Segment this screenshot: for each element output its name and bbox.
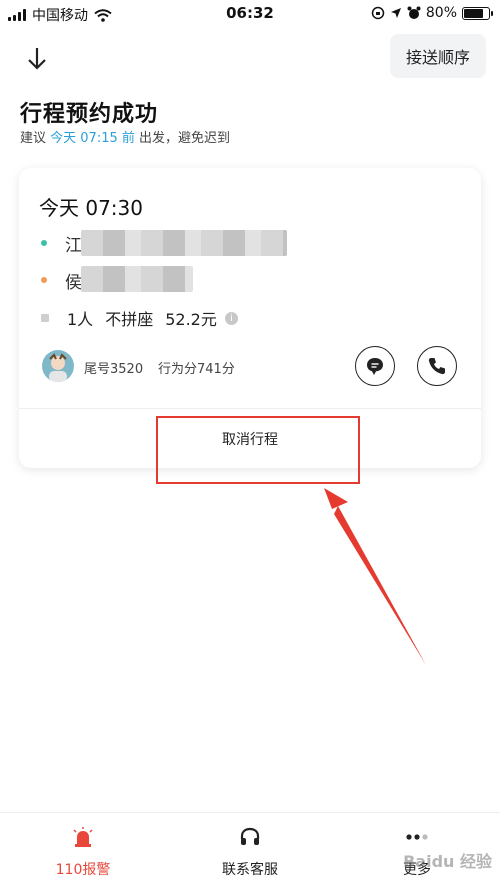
end-dot-icon <box>41 277 47 283</box>
tab-customer-service-label: 联系客服 <box>222 862 278 878</box>
driver-avatar <box>42 350 74 382</box>
status-bar: 中国移动 06:32 80% <box>0 0 500 28</box>
baidu-watermark: Baidu 经验 <box>403 852 492 871</box>
start-address: 江 <box>65 235 82 256</box>
annotation-highlight-box <box>156 416 360 484</box>
status-right: 80% <box>371 5 493 21</box>
start-address-blur <box>81 230 287 256</box>
departure-hint: 建议 今天 07:15 前 出发，避免迟到 <box>20 127 230 146</box>
rotation-lock-icon <box>371 6 385 20</box>
avatar-icon <box>49 353 67 382</box>
headset-icon <box>240 827 260 845</box>
end-address-blur <box>81 266 193 292</box>
driver-plate: 尾号3520 <box>84 362 144 377</box>
message-button[interactable] <box>355 346 395 386</box>
down-arrow-button[interactable] <box>22 40 52 76</box>
hint-time: 今天 07:15 前 <box>50 131 135 146</box>
start-address-row: 江 <box>41 231 82 256</box>
trip-price: 52.2元 <box>165 310 217 329</box>
trip-info-row: 1人 不拼座 52.2元 i <box>41 306 250 330</box>
trip-time: 今天 07:30 <box>39 196 143 220</box>
info-square-icon <box>41 314 49 322</box>
end-address-row: 侯 <box>41 268 82 293</box>
location-icon <box>390 8 401 18</box>
more-dots-icon <box>406 834 428 840</box>
page-title: 行程预约成功 <box>20 102 159 127</box>
alarm-icon <box>407 6 421 19</box>
down-arrow-icon <box>28 48 46 70</box>
battery-icon <box>462 6 493 20</box>
hint-suffix: 出发，避免迟到 <box>139 131 231 146</box>
price-info-icon[interactable]: i <box>224 311 238 325</box>
pickup-order-button[interactable]: 接送顺序 <box>390 34 486 78</box>
start-dot-icon <box>41 240 47 246</box>
message-icon <box>367 358 383 375</box>
alarm-light-icon <box>73 827 93 847</box>
passenger-count: 1人 <box>67 310 94 329</box>
carpool-option: 不拼座 <box>105 310 154 329</box>
end-address: 侯 <box>65 272 82 293</box>
driver-score: 行为分741分 <box>158 362 235 377</box>
battery-percent: 80% <box>425 5 457 21</box>
tab-customer-service[interactable]: 联系客服 <box>190 827 310 879</box>
call-button[interactable] <box>417 346 457 386</box>
hint-prefix: 建议 <box>20 131 47 146</box>
phone-icon <box>428 358 445 375</box>
tab-emergency-110[interactable]: 110报警 <box>23 827 143 879</box>
tab-emergency-label: 110报警 <box>55 862 111 878</box>
